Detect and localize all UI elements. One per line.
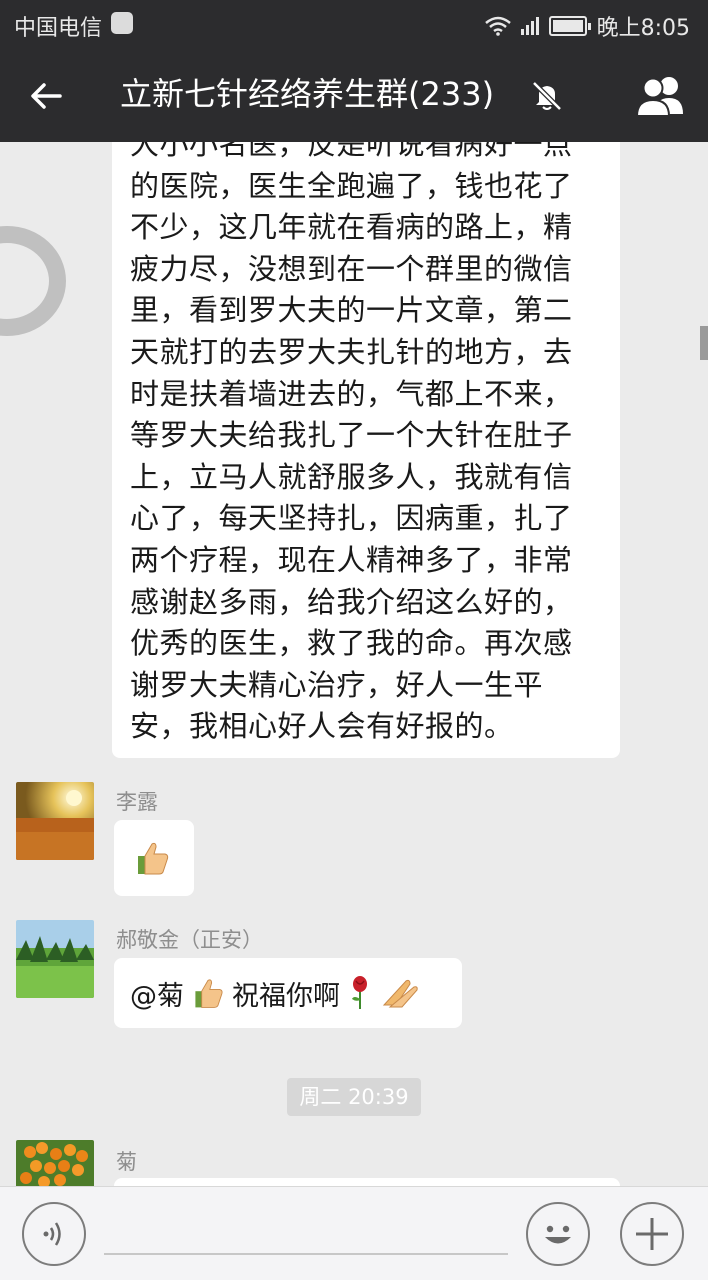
message-bubble[interactable]: @菊 祝福你啊: [114, 958, 462, 1028]
status-time: 晚上8:05: [596, 16, 690, 41]
mute-icon: [532, 81, 562, 111]
message-input[interactable]: [104, 1253, 508, 1255]
voice-button[interactable]: [22, 1202, 86, 1266]
message-text: 大小小名医，反是听说看病好一点 的医院，医生全跑遍了，钱也花了 不少，这几年就在…: [130, 142, 602, 748]
message-line: 谢罗大夫精心治疗，好人一生平: [130, 667, 544, 702]
message-line: 安，我相心好人会有好报的。: [130, 709, 514, 744]
thumbs-up-icon: [138, 842, 169, 875]
chat-message-list[interactable]: 大小小名医，反是听说看病好一点 的医院，医生全跑遍了，钱也花了 不少，这几年就在…: [0, 142, 708, 1186]
sender-name: 郝敬金（正安）: [116, 928, 263, 952]
message-bubble[interactable]: 大小小名医，反是听说看病好一点 的医院，医生全跑遍了，钱也花了 不少，这几年就在…: [112, 142, 620, 758]
more-button[interactable]: [620, 1202, 684, 1266]
thumbs-up-icon: [195, 979, 223, 1008]
message-line: 感谢赵多雨，给我介绍这么好的，: [130, 584, 573, 619]
avatar[interactable]: [16, 920, 94, 998]
wifi-icon: [484, 16, 511, 36]
message-line: 疲力尽，没想到在一个群里的微信: [130, 251, 573, 286]
sender-name: 菊: [116, 1150, 137, 1174]
sender-name: 李露: [116, 790, 158, 814]
carrier-label: 中国电信: [14, 16, 103, 41]
message-line: 两个疗程，现在人精神多了，非常: [130, 542, 573, 577]
emoji-icon: [545, 1225, 571, 1244]
message-line: 天就打的去罗大夫扎针的地方，去: [130, 334, 573, 369]
message-line: 大小小名医，反是听说看病好一点: [130, 142, 573, 161]
message-bubble[interactable]: [114, 1178, 620, 1186]
message-line: 心了，每天坚持扎，因病重，扎了: [130, 501, 573, 536]
loading-spinner-icon: [0, 226, 66, 336]
plus-icon: [636, 1218, 668, 1250]
chat-header: 立新七针经络养生群(233): [0, 48, 708, 142]
avatar[interactable]: [16, 782, 94, 860]
message-line: 不少，这几年就在看病的路上，精: [130, 210, 573, 245]
input-bar: [0, 1186, 708, 1280]
message-bubble[interactable]: [114, 820, 194, 896]
rose-icon: [352, 976, 367, 1009]
chat-title: 立新七针经络养生群(233): [120, 75, 495, 113]
emoji-button[interactable]: [526, 1202, 590, 1266]
members-icon[interactable]: [633, 74, 689, 118]
scrollbar[interactable]: [700, 326, 708, 360]
message-line: 里，看到罗大夫的一片文章，第二: [130, 293, 573, 328]
status-right: 晚上8:05: [484, 10, 690, 42]
avatar[interactable]: [16, 1140, 94, 1186]
status-bar: 中国电信 晚上8:05: [0, 0, 708, 48]
pray-icon: [382, 979, 418, 1008]
message-text: 祝福你啊: [232, 980, 340, 1012]
voice-icon: [43, 1222, 61, 1246]
back-arrow-icon[interactable]: [26, 76, 66, 116]
signal-icon: [520, 17, 539, 35]
time-divider: 周二 20:39: [287, 1078, 421, 1116]
message-line: 等罗大夫给我扎了一个大针在肚子: [130, 418, 573, 453]
baidu-icon: [111, 12, 133, 34]
mention-text: @菊: [130, 980, 184, 1012]
message-line: 时是扶着墙进去的，气都上不来，: [130, 376, 573, 411]
battery-icon: [548, 16, 591, 36]
message-line: 优秀的医生，救了我的命。再次感: [130, 626, 573, 661]
message-line: 上，立马人就舒服多人，我就有信: [130, 459, 573, 494]
message-line: 的医院，医生全跑遍了，钱也花了: [130, 168, 573, 203]
